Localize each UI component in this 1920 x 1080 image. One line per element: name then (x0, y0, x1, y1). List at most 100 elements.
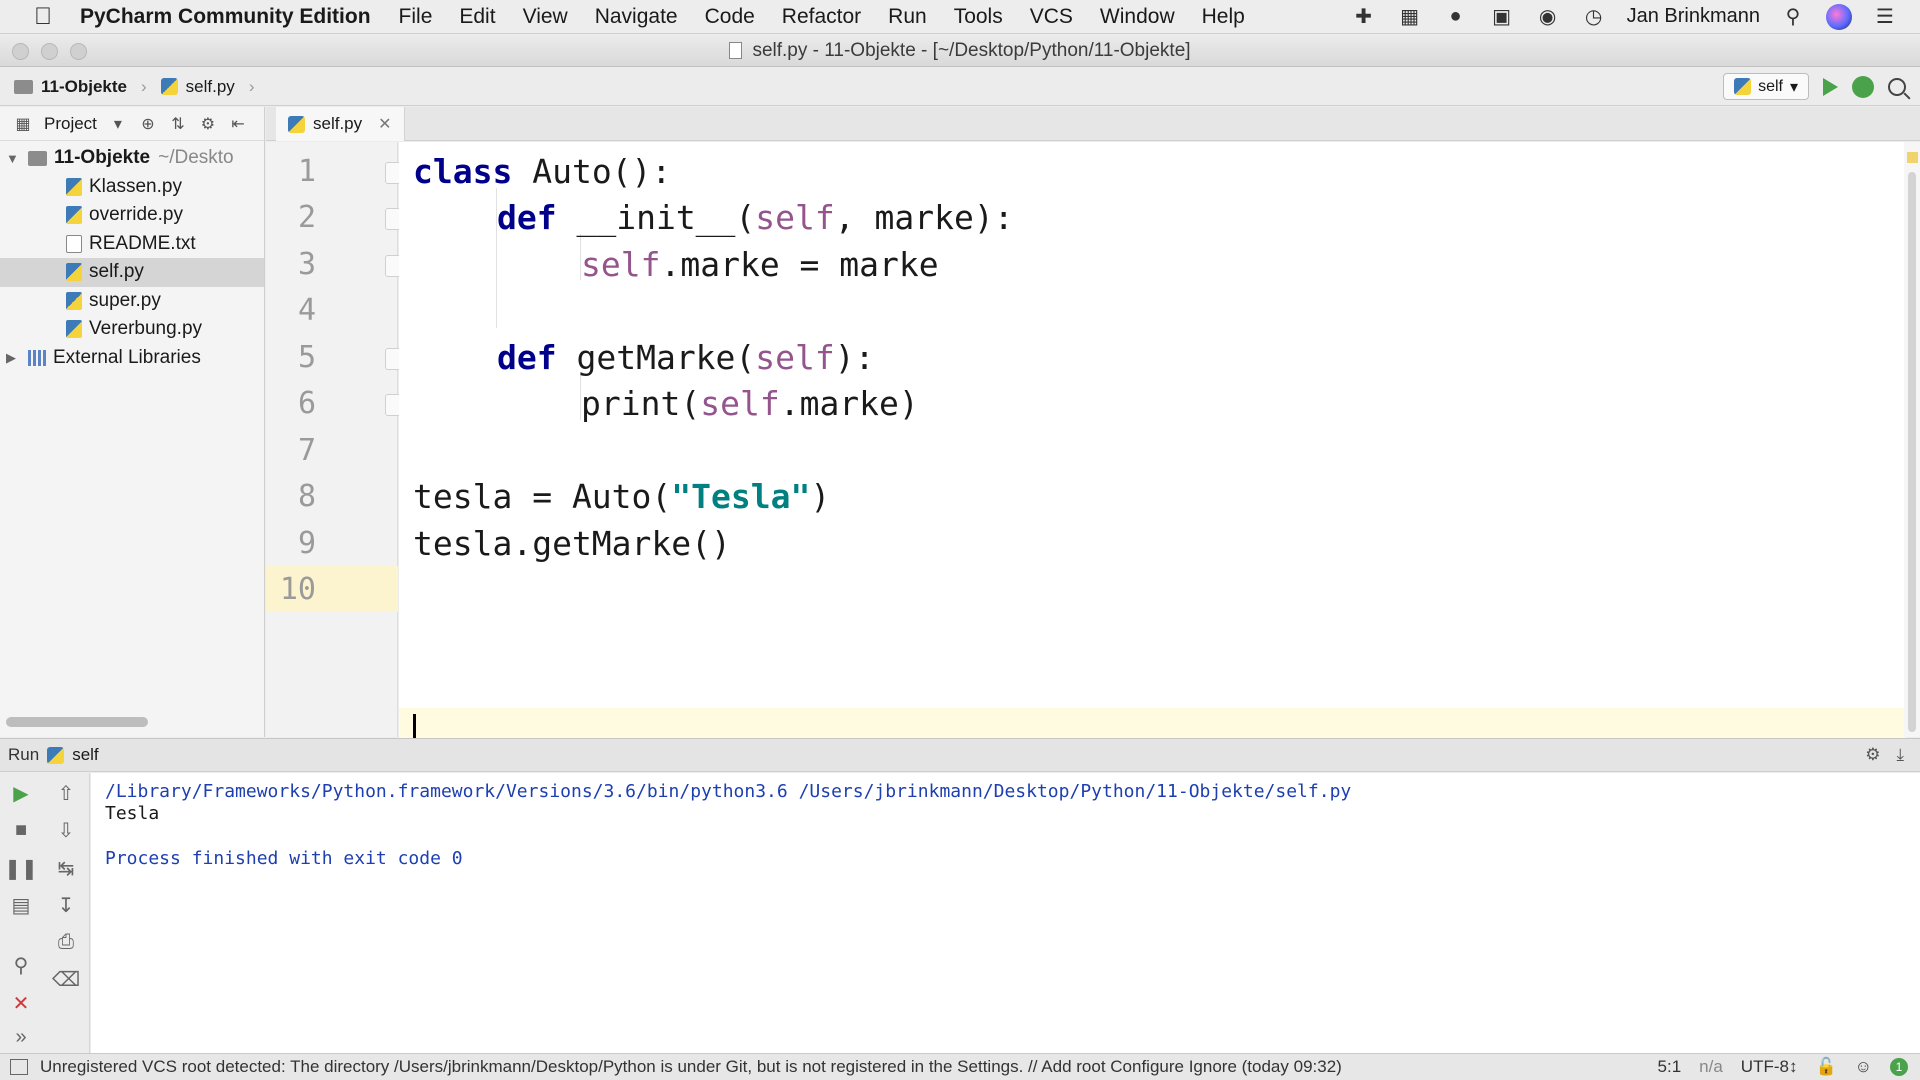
file-encoding[interactable]: UTF-8↕ (1741, 1057, 1798, 1077)
editor-vertical-scrollbar[interactable] (1904, 142, 1920, 737)
lock-icon[interactable]: 🔓 (1815, 1057, 1836, 1077)
menu-vcs[interactable]: VCS (1030, 5, 1073, 29)
run-header-actions: ⚙ ⤓ (1865, 745, 1920, 765)
line-number: 8 (297, 479, 316, 514)
project-view-select[interactable]: Project (44, 114, 97, 134)
line-number: 10 (279, 572, 316, 607)
tree-item-file[interactable]: override.py (0, 201, 264, 230)
menu-refactor[interactable]: Refactor (782, 5, 861, 29)
menu-navigate[interactable]: Navigate (595, 5, 678, 29)
close-icon[interactable]: ✕ (9, 991, 33, 1015)
pin-icon[interactable]: ⚲ (9, 953, 33, 977)
print-icon[interactable]: ⎙ (54, 930, 78, 954)
tree-item-label: super.py (89, 289, 161, 311)
close-window-button[interactable] (12, 43, 29, 60)
user-name[interactable]: Jan Brinkmann (1627, 5, 1760, 28)
tree-item-file[interactable]: super.py (0, 287, 264, 316)
text-file-icon (66, 234, 82, 253)
run-panel-label: Run (8, 745, 40, 764)
caret-position[interactable]: 5:1 (1658, 1057, 1682, 1077)
gear-icon[interactable]: ⚙ (1865, 745, 1880, 765)
gear-icon[interactable]: ⚙ (199, 115, 217, 133)
run-tab-label[interactable]: self (72, 745, 98, 765)
collapse-all-icon[interactable]: ⇅ (169, 115, 187, 133)
run-icon[interactable] (1823, 77, 1838, 96)
menu-help[interactable]: Help (1202, 5, 1245, 29)
inspector-icon[interactable]: ☺ (1855, 1057, 1872, 1077)
app-name[interactable]: PyCharm Community Edition (80, 5, 371, 29)
hide-panel-icon[interactable]: ⤓ (1896, 745, 1904, 765)
project-tool-window: ▦ Project ▾ ⊕ ⇅ ⚙ ⇤ ▼ 11-Objekte ~/Deskt… (0, 107, 265, 737)
status-message[interactable]: Unregistered VCS root detected: The dire… (40, 1057, 1658, 1077)
code-line-2: def __init__(self, marke): (497, 198, 1014, 237)
code-editor[interactable]: class Auto(): def __init__(self, marke):… (399, 142, 1906, 754)
debug-bug-icon[interactable] (1852, 75, 1874, 98)
menu-window[interactable]: Window (1100, 5, 1175, 29)
tree-root-path: ~/Deskto (158, 147, 234, 169)
horizontal-scrollbar[interactable] (6, 717, 148, 727)
project-view-icon: ▦ (15, 115, 31, 133)
chevron-down-icon[interactable]: ▼ (6, 151, 20, 166)
tree-item-file[interactable]: Klassen.py (0, 173, 264, 202)
menu-tools[interactable]: Tools (954, 5, 1003, 29)
camera-icon[interactable]: ▣ (1489, 5, 1515, 29)
chat-bubble-icon[interactable]: ◉ (1535, 5, 1561, 29)
leaf-icon[interactable]: ● (1443, 5, 1469, 29)
code-line-8: tesla = Auto("Tesla") (413, 477, 831, 516)
search-everywhere-icon[interactable] (1888, 77, 1906, 96)
close-tab-icon[interactable]: ✕ (378, 114, 391, 134)
hide-panel-icon[interactable]: ⇤ (229, 115, 247, 133)
event-log-badge[interactable]: 1 (1890, 1058, 1908, 1076)
menu-run[interactable]: Run (888, 5, 927, 29)
python-file-icon (160, 78, 178, 95)
arrow-up-icon[interactable]: ⇧ (54, 781, 78, 805)
time-machine-icon[interactable]: ◷ (1581, 5, 1607, 29)
tree-item-root[interactable]: ▼ 11-Objekte ~/Deskto (0, 144, 264, 173)
arrow-down-icon[interactable]: ⇩ (54, 818, 78, 842)
run-console-output[interactable]: /Library/Frameworks/Python.framework/Ver… (91, 773, 1920, 1053)
line-separator-widget[interactable]: n/a (1699, 1057, 1723, 1077)
tool-windows-toggle-icon[interactable] (10, 1059, 28, 1075)
trash-icon[interactable]: ⌫ (52, 967, 80, 991)
breadcrumb-file[interactable]: self.py (186, 77, 235, 97)
menu-code[interactable]: Code (705, 5, 755, 29)
plus-cross-icon[interactable]: ✚ (1351, 5, 1377, 29)
editor-tab-self-py[interactable]: self.py ✕ (276, 107, 405, 141)
chevron-down-icon[interactable]: ▾ (109, 115, 127, 133)
minimize-window-button[interactable] (41, 43, 58, 60)
scrollbar-thumb[interactable] (1908, 172, 1916, 732)
soft-wrap-icon[interactable]: ↹ (54, 856, 78, 880)
run-configuration-select[interactable]: self ▾ (1723, 73, 1809, 100)
notification-list-icon[interactable]: ☰ (1872, 5, 1898, 29)
project-tree: ▼ 11-Objekte ~/Deskto Klassen.py overrid… (0, 141, 264, 372)
tree-item-file[interactable]: README.txt (0, 230, 264, 259)
menu-edit[interactable]: Edit (459, 5, 495, 29)
chevron-right-icon[interactable]: ▶ (6, 350, 20, 366)
more-icon[interactable]: » (9, 1025, 33, 1049)
menu-file[interactable]: File (399, 5, 433, 29)
line-number: 3 (297, 247, 316, 282)
code-line-9: tesla.getMarke() (413, 524, 731, 563)
tree-item-file-selected[interactable]: self.py (0, 258, 264, 287)
restore-layout-icon[interactable]: ▤ (9, 893, 33, 917)
siri-icon[interactable] (1826, 3, 1852, 30)
scroll-from-source-icon[interactable]: ⊕ (139, 115, 157, 133)
scroll-to-end-icon[interactable]: ↧ (54, 893, 78, 917)
line-number: 7 (297, 433, 316, 468)
analysis-status-icon[interactable] (1907, 152, 1918, 163)
zoom-window-button[interactable] (70, 43, 87, 60)
code-line-6: print(self.marke) (581, 384, 919, 423)
tree-item-external-libraries[interactable]: ▶ External Libraries (0, 344, 264, 373)
menu-view[interactable]: View (523, 5, 568, 29)
breadcrumb: 11-Objekte › self.py › (14, 77, 260, 97)
pause-icon[interactable]: ❚❚ (4, 856, 38, 880)
breadcrumb-project[interactable]: 11-Objekte (41, 77, 127, 97)
apple-icon[interactable]:  (28, 3, 58, 31)
stop-icon[interactable]: ■ (9, 818, 33, 842)
rerun-icon[interactable]: ▶ (9, 781, 33, 805)
spotlight-search-icon[interactable]: ⚲ (1780, 5, 1806, 29)
tree-item-file[interactable]: Vererbung.py (0, 315, 264, 344)
clipboard-icon[interactable]: ▦ (1397, 5, 1423, 29)
run-tool-window-header: Run self ⚙ ⤓ (0, 738, 1920, 772)
console-output-line: Tesla (105, 803, 160, 824)
